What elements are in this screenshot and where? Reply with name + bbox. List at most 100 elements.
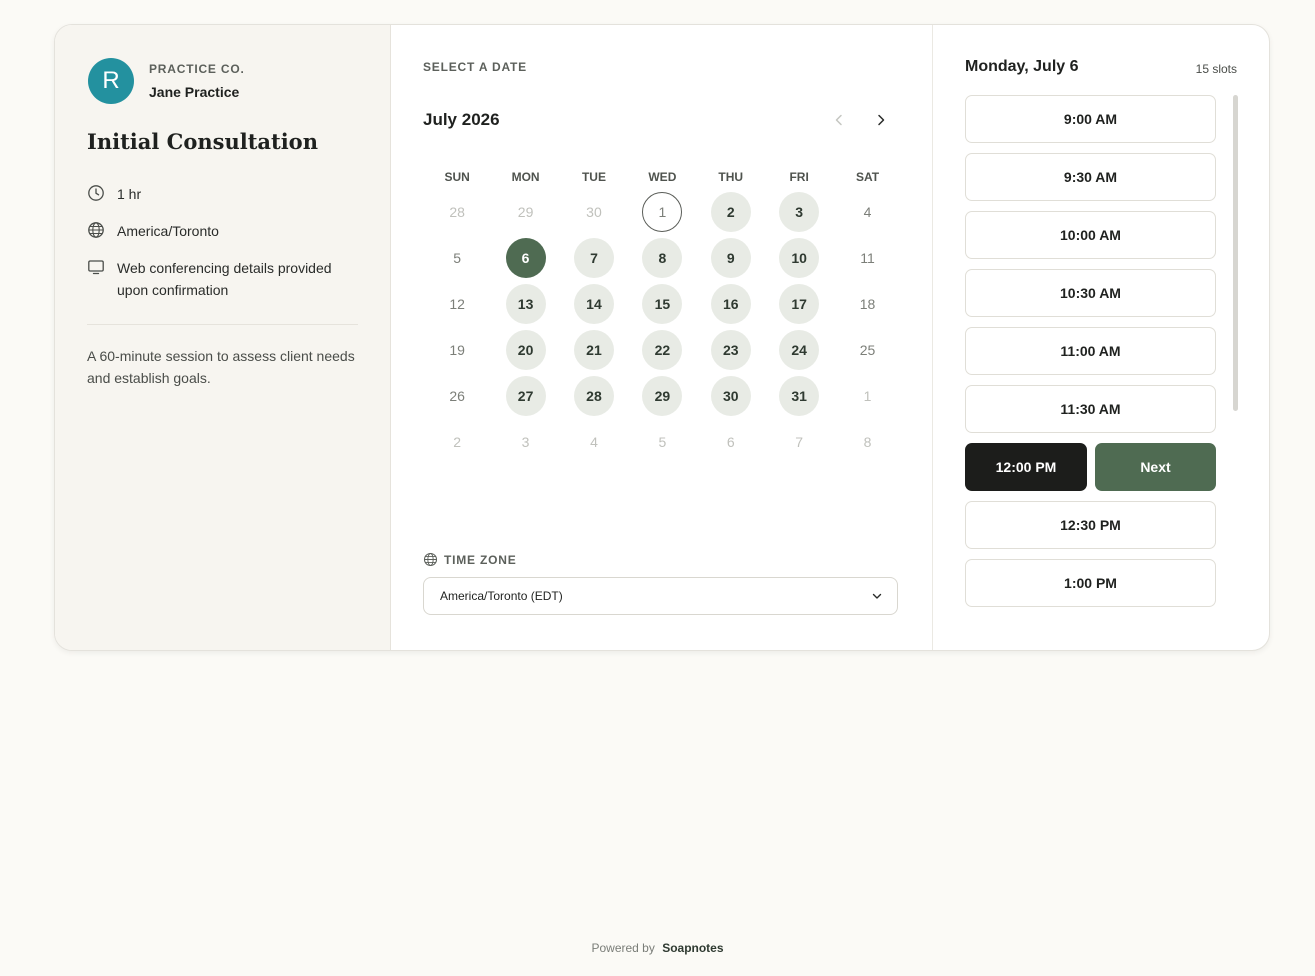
calendar-day[interactable]: 22 bbox=[642, 330, 683, 370]
calendar-day[interactable]: 31 bbox=[779, 376, 820, 416]
duration-row: 1 hr bbox=[87, 183, 141, 205]
calendar-day: 4 bbox=[863, 204, 872, 220]
calendar-day[interactable]: 30 bbox=[710, 376, 751, 416]
calendar-cell: 26 bbox=[423, 373, 491, 419]
calendar-cell: 24 bbox=[765, 327, 833, 373]
weekday-label: SUN bbox=[444, 170, 470, 184]
calendar-day: 30 bbox=[586, 204, 602, 220]
event-info-panel: R PRACTICE CO. Jane Practice Initial Con… bbox=[55, 25, 391, 650]
calendar-panel: SELECT A DATE July 2026 SUN MON TUE WED THU F… bbox=[391, 25, 933, 650]
previous-month-button[interactable] bbox=[826, 107, 852, 133]
calendar-day[interactable]: 14 bbox=[573, 284, 614, 324]
timezone-select-value: America/Toronto (EDT) bbox=[440, 589, 563, 603]
calendar-cell: 8 bbox=[833, 419, 901, 465]
calendar-day[interactable]: 28 bbox=[573, 376, 614, 416]
calendar-cell: 20 bbox=[491, 327, 559, 373]
calendar-day[interactable]: 27 bbox=[505, 376, 546, 416]
weekday-label: SAT bbox=[855, 170, 880, 184]
weekday-label: FRI bbox=[789, 170, 809, 184]
calendar-day-selected[interactable]: 6 bbox=[505, 238, 546, 278]
calendar-day[interactable]: 10 bbox=[779, 238, 820, 278]
calendar-cell: 6 bbox=[697, 419, 765, 465]
calendar-cell: 30 bbox=[560, 189, 628, 235]
selected-time-slot[interactable]: 12:00 PM bbox=[965, 443, 1087, 491]
calendar-cell: 31 bbox=[765, 373, 833, 419]
calendar-day[interactable]: 24 bbox=[779, 330, 820, 370]
slots-count: 15 slots bbox=[1195, 62, 1237, 76]
footer: Powered by Soapnotes bbox=[0, 941, 1315, 955]
time-slot[interactable]: 11:00 AM bbox=[965, 327, 1216, 375]
calendar-day[interactable]: 3 bbox=[779, 192, 820, 232]
calendar-cell: 11 bbox=[833, 235, 901, 281]
calendar-cell: 19 bbox=[423, 327, 491, 373]
month-label: July 2026 bbox=[423, 110, 500, 129]
calendar-day[interactable]: 9 bbox=[710, 238, 751, 278]
calendar-week-row: 12 13 14 15 16 17 18 bbox=[423, 281, 902, 327]
calendar-day[interactable]: 2 bbox=[710, 192, 751, 232]
calendar-day[interactable]: 13 bbox=[505, 284, 546, 324]
timezone-row: America/Toronto bbox=[87, 220, 219, 242]
time-slot[interactable]: 11:30 AM bbox=[965, 385, 1216, 433]
calendar-day[interactable]: 16 bbox=[710, 284, 751, 324]
time-slot[interactable]: 10:30 AM bbox=[965, 269, 1216, 317]
calendar-day: 11 bbox=[860, 250, 875, 266]
timezone-section: TIME ZONE bbox=[423, 552, 517, 567]
calendar-day[interactable]: 29 bbox=[642, 376, 683, 416]
calendar-day-today: 1 bbox=[642, 192, 683, 232]
calendar-cell: 5 bbox=[423, 235, 491, 281]
weekday-label: THU bbox=[718, 170, 744, 184]
calendar-day[interactable]: 23 bbox=[710, 330, 751, 370]
calendar-day: 8 bbox=[863, 434, 872, 450]
calendar-day: 3 bbox=[521, 434, 530, 450]
calendar-cell: 5 bbox=[628, 419, 696, 465]
calendar-cell: 4 bbox=[833, 189, 901, 235]
next-month-button[interactable] bbox=[868, 107, 894, 133]
brand-link[interactable]: Soapnotes bbox=[662, 941, 723, 955]
event-title: Initial Consultation bbox=[87, 129, 318, 154]
practice-name: PRACTICE CO. bbox=[149, 62, 245, 76]
calendar-week-row: 5 6 7 8 9 10 11 bbox=[423, 235, 902, 281]
chevron-right-icon bbox=[878, 114, 885, 126]
timezone-label: TIME ZONE bbox=[444, 552, 517, 567]
calendar-day: 25 bbox=[859, 342, 876, 358]
calendar-cell: 1 bbox=[628, 189, 696, 235]
duration-text: 1 hr bbox=[117, 186, 142, 202]
calendar-day[interactable]: 7 bbox=[573, 238, 614, 278]
slot-list: 9:00 AM 9:30 AM 10:00 AM 10:30 AM 11:00 AM 11… bbox=[965, 95, 1216, 617]
calendar-cell: 3 bbox=[491, 419, 559, 465]
time-slot[interactable]: 9:00 AM bbox=[965, 95, 1216, 143]
time-slot[interactable]: 1:00 PM bbox=[965, 559, 1216, 607]
calendar-cell: 28 bbox=[423, 189, 491, 235]
event-description: A 60-minute session to assess client nee… bbox=[87, 348, 355, 386]
time-slot[interactable]: 12:30 PM bbox=[965, 501, 1216, 549]
calendar-day[interactable]: 17 bbox=[779, 284, 820, 324]
calendar-day: 1 bbox=[863, 388, 872, 404]
slot-list-scrollbar[interactable] bbox=[1233, 95, 1238, 411]
calendar-day[interactable]: 8 bbox=[642, 238, 683, 278]
selected-slot-row: 12:00 PM Next bbox=[965, 443, 1216, 491]
calendar-cell: 16 bbox=[697, 281, 765, 327]
next-button[interactable]: Next bbox=[1095, 443, 1216, 491]
calendar-cell: 2 bbox=[423, 419, 491, 465]
calendar-day: 26 bbox=[449, 388, 465, 404]
calendar-day[interactable]: 15 bbox=[642, 284, 683, 324]
calendar-day[interactable]: 21 bbox=[573, 330, 614, 370]
clock-icon bbox=[88, 185, 104, 201]
calendar-cell: 21 bbox=[560, 327, 628, 373]
time-slot[interactable]: 10:00 AM bbox=[965, 211, 1216, 259]
calendar-cell: 9 bbox=[697, 235, 765, 281]
timezone-text: America/Toronto bbox=[117, 223, 219, 239]
select-date-label: SELECT A DATE bbox=[423, 60, 527, 74]
timezone-select[interactable]: America/Toronto (EDT) bbox=[423, 577, 898, 615]
selected-date-label: Monday, July 6 bbox=[965, 58, 1079, 75]
time-slots-panel: Monday, July 6 15 slots 9:00 AM 9:30 AM 10… bbox=[933, 25, 1269, 650]
calendar-cell: 27 bbox=[491, 373, 559, 419]
calendar-day: 4 bbox=[590, 434, 598, 450]
host-name: Jane Practice bbox=[149, 84, 240, 100]
calendar-day: 6 bbox=[726, 434, 735, 450]
time-slot[interactable]: 9:30 AM bbox=[965, 153, 1216, 201]
calendar-cell: 12 bbox=[423, 281, 491, 327]
calendar-day: 19 bbox=[449, 342, 465, 358]
calendar-cell: 10 bbox=[765, 235, 833, 281]
calendar-day[interactable]: 20 bbox=[505, 330, 546, 370]
